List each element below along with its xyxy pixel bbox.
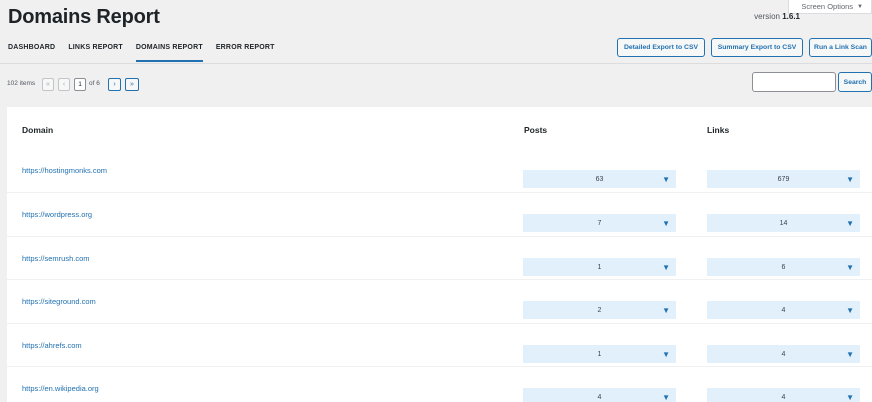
posts-count: 1 <box>597 350 602 358</box>
triangle-down-icon: ▼ <box>662 306 670 315</box>
links-count: 679 <box>777 175 790 183</box>
table-row: https://ahrefs.com 1 ▼ 4 ▼ <box>7 323 872 367</box>
links-dropdown[interactable]: 6 ▼ <box>707 258 860 276</box>
posts-count: 2 <box>597 306 602 314</box>
tab-error-report[interactable]: ERROR REPORT <box>216 44 275 62</box>
triangle-down-icon: ▼ <box>846 393 854 402</box>
first-page-button[interactable]: « <box>42 78 54 91</box>
domain-link[interactable]: https://hostingmonks.com <box>22 166 107 175</box>
links-count: 4 <box>781 306 786 314</box>
triangle-down-icon: ▼ <box>662 219 670 228</box>
links-count: 14 <box>779 219 788 227</box>
links-count: 6 <box>781 263 786 271</box>
posts-dropdown[interactable]: 1 ▼ <box>523 345 676 363</box>
triangle-down-icon: ▼ <box>662 350 670 359</box>
posts-dropdown[interactable]: 7 ▼ <box>523 214 676 232</box>
tabs-divider <box>0 63 872 64</box>
domain-link[interactable]: https://semrush.com <box>22 254 90 263</box>
items-count: 102 items <box>7 80 36 87</box>
triangle-down-icon: ▼ <box>662 175 670 184</box>
report-tabs: DASHBOARD LINKS REPORT DOMAINS REPORT ER… <box>8 44 275 62</box>
tab-links-report[interactable]: LINKS REPORT <box>68 44 123 62</box>
links-count: 4 <box>781 393 786 401</box>
last-page-button[interactable]: » <box>125 78 139 91</box>
next-page-button[interactable]: › <box>108 78 121 91</box>
links-dropdown[interactable]: 4 ▼ <box>707 301 860 319</box>
posts-dropdown[interactable]: 2 ▼ <box>523 301 676 319</box>
links-dropdown[interactable]: 4 ▼ <box>707 345 860 363</box>
screen-options-toggle[interactable]: Screen Options ▼ <box>788 0 872 14</box>
version-number: 1.6.1 <box>782 12 800 21</box>
domain-link[interactable]: https://siteground.com <box>22 297 96 306</box>
posts-count: 1 <box>597 263 602 271</box>
screen-options-label: Screen Options <box>801 2 854 11</box>
search-input[interactable] <box>752 72 836 92</box>
triangle-down-icon: ▼ <box>662 393 670 402</box>
posts-dropdown[interactable]: 63 ▼ <box>523 170 676 188</box>
caret-down-icon: ▼ <box>857 3 863 10</box>
domain-link[interactable]: https://en.wikipedia.org <box>22 384 99 393</box>
run-link-scan-button[interactable]: Run a Link Scan <box>809 38 872 57</box>
triangle-down-icon: ▼ <box>662 263 670 272</box>
tab-dashboard[interactable]: DASHBOARD <box>8 44 55 62</box>
triangle-down-icon: ▼ <box>846 263 854 272</box>
posts-dropdown[interactable]: 1 ▼ <box>523 258 676 276</box>
posts-count: 63 <box>595 175 604 183</box>
column-header-links: Links <box>707 125 730 135</box>
links-dropdown[interactable]: 679 ▼ <box>707 170 860 188</box>
page-title: Domains Report <box>8 6 160 28</box>
posts-count: 4 <box>597 393 602 401</box>
version-label: version <box>754 12 780 21</box>
prev-page-button[interactable]: ‹ <box>58 78 70 91</box>
table-row: https://siteground.com 2 ▼ 4 ▼ <box>7 279 872 323</box>
plugin-version: version 1.6.1 <box>754 12 800 21</box>
triangle-down-icon: ▼ <box>846 306 854 315</box>
column-header-domain: Domain <box>22 125 54 135</box>
table-row: https://semrush.com 1 ▼ 6 ▼ <box>7 236 872 280</box>
tab-domains-report[interactable]: DOMAINS REPORT <box>135 44 203 62</box>
total-pages: of 6 <box>89 80 100 87</box>
detailed-export-button[interactable]: Detailed Export to CSV <box>617 38 705 57</box>
search-button[interactable]: Search <box>838 72 872 92</box>
table-row: https://en.wikipedia.org 4 ▼ 4 ▼ <box>7 366 872 402</box>
triangle-down-icon: ▼ <box>846 219 854 228</box>
table-row: https://hostingmonks.com 63 ▼ 679 ▼ <box>7 149 872 193</box>
links-dropdown[interactable]: 4 ▼ <box>707 388 860 402</box>
column-header-posts: Posts <box>524 125 548 135</box>
triangle-down-icon: ▼ <box>846 350 854 359</box>
posts-dropdown[interactable]: 4 ▼ <box>523 388 676 402</box>
table-row: https://wordpress.org 7 ▼ 14 ▼ <box>7 192 872 236</box>
domain-link[interactable]: https://wordpress.org <box>22 210 92 219</box>
posts-count: 7 <box>597 219 602 227</box>
domains-table: Domain Posts Links https://hostingmonks.… <box>7 107 872 402</box>
triangle-down-icon: ▼ <box>846 175 854 184</box>
links-dropdown[interactable]: 14 ▼ <box>707 214 860 232</box>
domain-link[interactable]: https://ahrefs.com <box>22 341 82 350</box>
links-count: 4 <box>781 350 786 358</box>
summary-export-button[interactable]: Summary Export to CSV <box>711 38 803 57</box>
current-page-input[interactable]: 1 <box>74 78 86 91</box>
